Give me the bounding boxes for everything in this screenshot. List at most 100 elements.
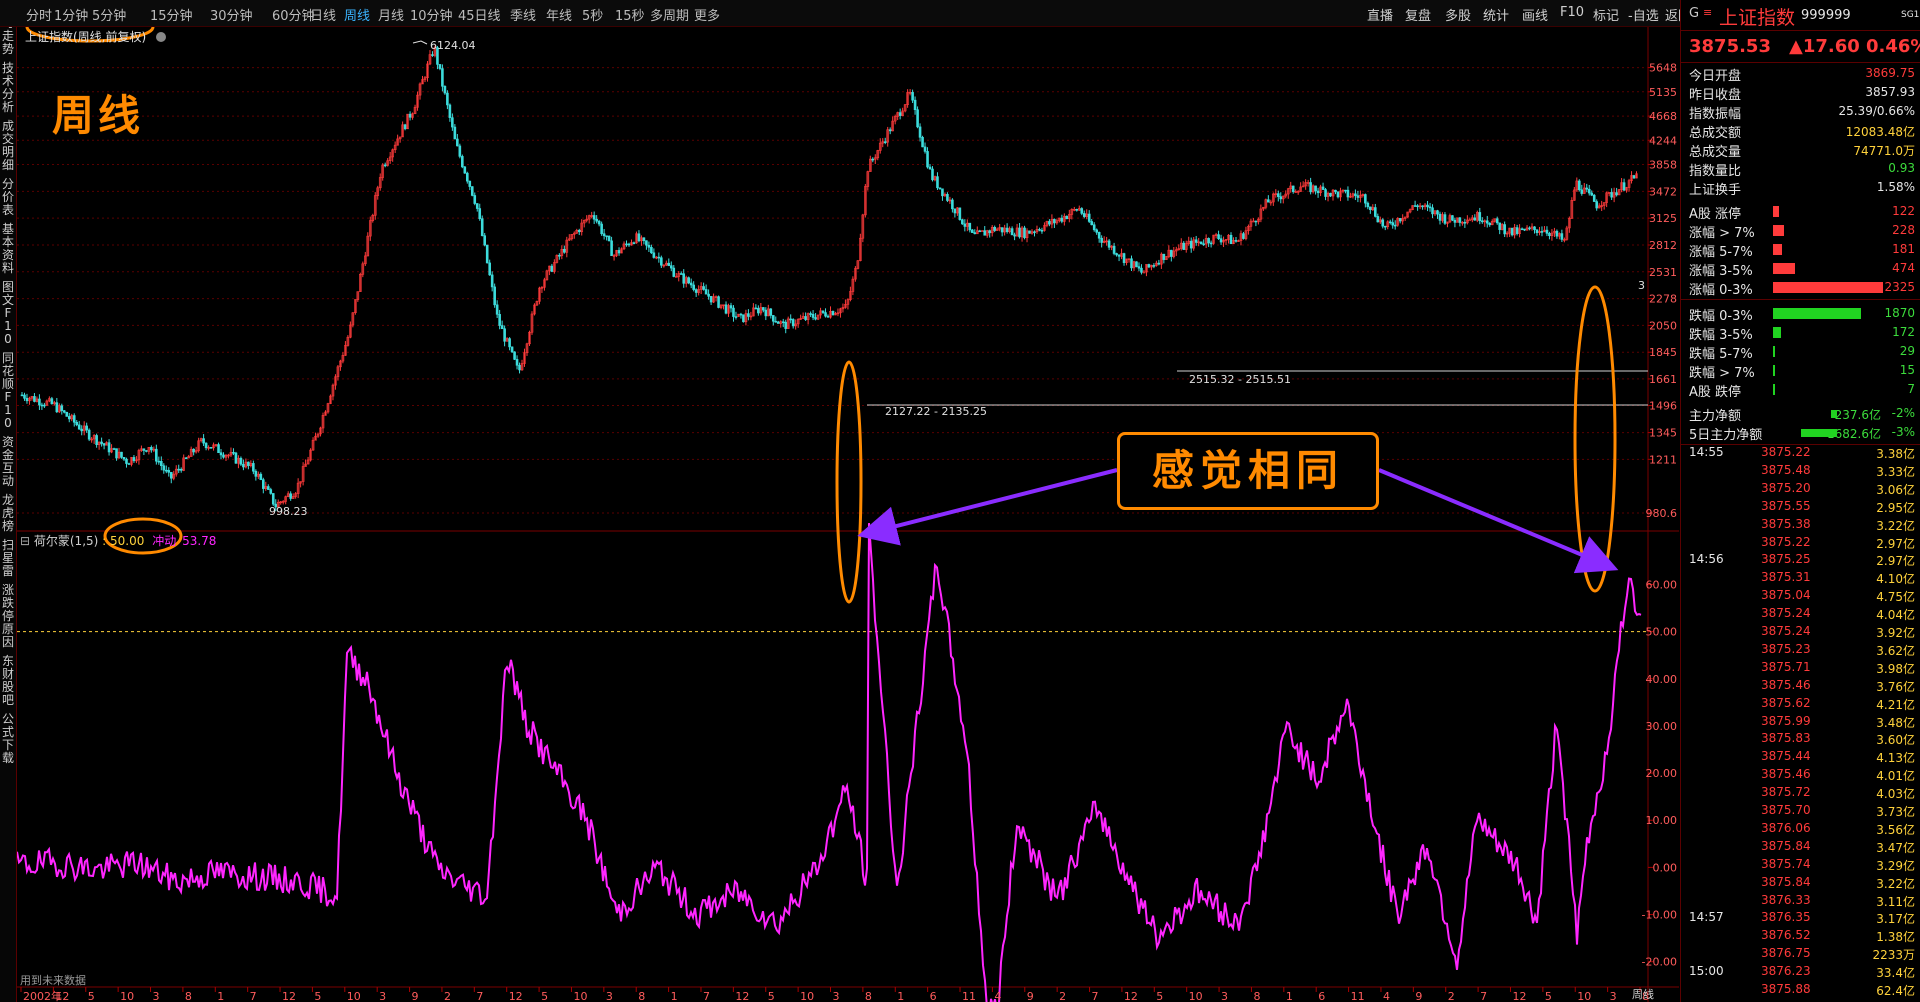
tick-row[interactable]: 3875.55 2.95亿 — [1681, 498, 1920, 516]
period-tab[interactable]: 季线 — [510, 5, 536, 24]
tick-row[interactable]: 3875.84 3.47亿 — [1681, 838, 1920, 856]
sidebar-item[interactable]: 基本资料 — [1, 223, 15, 275]
tick-row[interactable]: 3875.48 3.33亿 — [1681, 462, 1920, 480]
time-tick-label: 5 — [88, 990, 95, 1002]
toolbar-button[interactable]: 直播 — [1367, 5, 1393, 24]
sidebar-item[interactable]: 扫星雷 — [1, 539, 15, 578]
tick-row[interactable]: 3875.88 62.4亿 — [1681, 981, 1920, 999]
toolbar-button[interactable]: 统计 — [1483, 5, 1509, 24]
index-label-box[interactable]: 上证指数(周线,前复权) — [21, 27, 170, 47]
candle-body — [448, 104, 452, 118]
tick-row[interactable]: 3875.23 3.62亿 — [1681, 641, 1920, 659]
period-tab[interactable]: 5秒 — [582, 5, 603, 24]
candle-body — [456, 138, 459, 147]
sidebar-item[interactable]: 图文F10 — [1, 281, 15, 346]
time-tick-label: 12 — [1124, 990, 1138, 1002]
range-label-2: 2515.32 - 2515.51 — [1189, 373, 1291, 386]
tick-row[interactable]: 3875.71 3.98亿 — [1681, 659, 1920, 677]
candle-body — [1140, 267, 1143, 273]
menu-icon[interactable]: ≡ — [1703, 6, 1712, 19]
toolbar-button[interactable]: 复盘 — [1405, 5, 1431, 24]
tick-row[interactable]: 3875.46 3.76亿 — [1681, 677, 1920, 695]
sidebar-item[interactable]: 涨跌停原因 — [1, 584, 15, 649]
candle-body — [682, 273, 686, 284]
toolbar-button[interactable]: 画线 — [1522, 5, 1548, 24]
candle-body — [913, 99, 917, 111]
sidebar-item[interactable]: 同花顺F10 — [1, 352, 15, 430]
period-tab[interactable]: 1分钟 — [54, 5, 88, 24]
sidebar-item[interactable]: 公式下载 — [1, 713, 15, 765]
sidebar-item[interactable]: 东财股吧 — [1, 655, 15, 707]
tick-row[interactable]: 3876.33 3.11亿 — [1681, 892, 1920, 910]
candle-body — [883, 141, 887, 143]
toolbar-button[interactable]: -自选 — [1628, 5, 1659, 24]
price-tick-label: 3125 — [1649, 212, 1677, 225]
toolbar-button[interactable]: 多股 — [1445, 5, 1471, 24]
tick-row[interactable]: 3875.70 3.73亿 — [1681, 802, 1920, 820]
candle-body — [202, 438, 205, 444]
tick-row[interactable]: 3875.04 4.75亿 — [1681, 587, 1920, 605]
sidebar-item[interactable]: 技术分析 — [1, 62, 15, 114]
tick-row[interactable]: 3875.84 3.22亿 — [1681, 874, 1920, 892]
tick-row[interactable]: 3875.24 3.92亿 — [1681, 623, 1920, 641]
tick-row[interactable]: 14:55 3875.22 3.38亿 — [1681, 444, 1920, 462]
tick-row[interactable]: 3875.46 4.01亿 — [1681, 766, 1920, 784]
breadth-bar — [1773, 308, 1861, 319]
candle-body — [764, 309, 768, 317]
tick-row[interactable]: 3875.24 4.04亿 — [1681, 605, 1920, 623]
tick-row[interactable]: 3875.20 3.06亿 — [1681, 480, 1920, 498]
indicator-series — [17, 523, 1642, 1002]
tick-row[interactable]: 3875.74 3.29亿 — [1681, 856, 1920, 874]
period-tab[interactable]: 日线 — [310, 5, 336, 24]
period-tab[interactable]: 年线 — [546, 5, 572, 24]
tick-row[interactable]: 3875.62 4.21亿 — [1681, 695, 1920, 713]
period-tab[interactable]: 5分钟 — [92, 5, 126, 24]
indicator-collapse-icon[interactable]: ⊟ — [20, 534, 34, 548]
candle-body — [177, 468, 181, 471]
candle-body — [1478, 212, 1482, 222]
tick-row[interactable]: 3876.06 3.56亿 — [1681, 820, 1920, 838]
tick-row[interactable]: 3876.52 1.38亿 — [1681, 927, 1920, 945]
period-tab[interactable]: 周线 — [344, 5, 370, 24]
candle-body — [38, 398, 41, 406]
candle-body — [232, 451, 235, 454]
tick-row[interactable]: 3875.38 3.22亿 — [1681, 516, 1920, 534]
toolbar-button[interactable]: 标记 — [1593, 5, 1619, 24]
tick-row[interactable]: 3875.44 4.13亿 — [1681, 748, 1920, 766]
candle-body — [1336, 191, 1340, 198]
period-tab[interactable]: 60分钟 — [272, 5, 315, 24]
sidebar-item[interactable]: 资金互动 — [1, 436, 15, 488]
candle-body — [916, 109, 919, 128]
period-tab[interactable]: 多周期 — [650, 5, 689, 24]
tick-row[interactable]: 14:57 3876.35 3.17亿 — [1681, 909, 1920, 927]
candle-body — [1398, 218, 1402, 222]
candle-body — [732, 307, 735, 317]
candle-body — [607, 235, 611, 242]
period-tab[interactable]: 15分钟 — [150, 5, 193, 24]
sidebar-item[interactable]: 分价表 — [1, 178, 15, 217]
period-tab[interactable]: 15秒 — [615, 5, 645, 24]
period-tab[interactable]: 10分钟 — [410, 5, 453, 24]
time-tick-label: 6 — [930, 990, 937, 1002]
period-tab[interactable]: 月线 — [378, 5, 404, 24]
candle-body — [62, 410, 66, 413]
tick-row[interactable]: 3875.83 3.60亿 — [1681, 730, 1920, 748]
sidebar-item[interactable]: 龙虎榜 — [1, 494, 15, 533]
tick-row[interactable]: 3875.31 4.10亿 — [1681, 569, 1920, 587]
tick-row[interactable]: 3875.22 2.97亿 — [1681, 534, 1920, 552]
sidebar-item[interactable]: 成交明细 — [1, 120, 15, 172]
price-tick-label: 980.6 — [1646, 507, 1678, 520]
toolbar-button[interactable]: F10 — [1560, 5, 1584, 20]
tick-row[interactable]: 3876.75 2233万 — [1681, 945, 1920, 963]
chart-area[interactable]: 5648513546684244385834723125281225312278… — [17, 27, 1679, 1002]
period-tab[interactable]: 更多 — [694, 5, 720, 24]
period-tab[interactable]: 45日线 — [458, 5, 501, 24]
period-tab[interactable]: 分时 — [26, 5, 52, 24]
tick-row[interactable]: 3875.72 4.03亿 — [1681, 784, 1920, 802]
period-tab[interactable]: 30分钟 — [210, 5, 253, 24]
settings-circle-icon[interactable] — [156, 32, 167, 42]
tick-row[interactable]: 15:00 3876.23 33.4亿 — [1681, 963, 1920, 981]
candle-body — [1100, 237, 1103, 243]
tick-row[interactable]: 3875.99 3.48亿 — [1681, 713, 1920, 731]
tick-row[interactable]: 14:56 3875.25 2.97亿 — [1681, 551, 1920, 569]
